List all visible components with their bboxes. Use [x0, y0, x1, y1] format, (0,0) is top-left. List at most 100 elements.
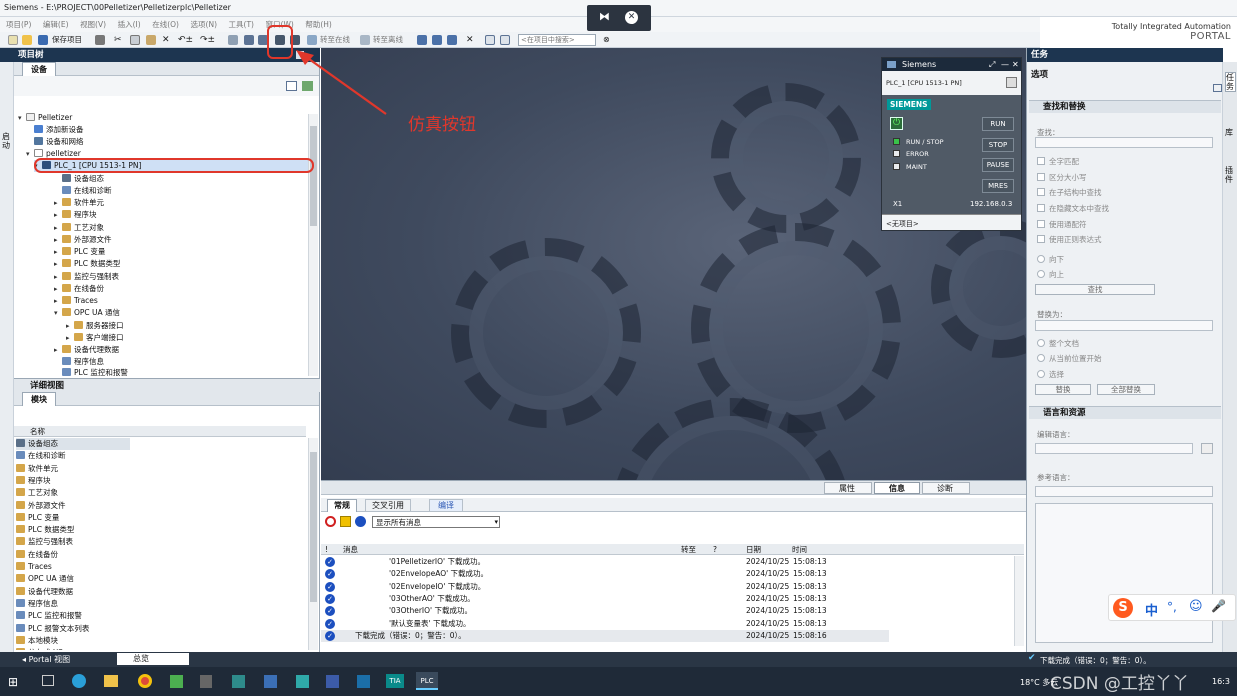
message-filter-select[interactable]: 显示所有消息 ▾ [372, 516, 500, 528]
project-search-input[interactable] [518, 34, 596, 46]
tab-modules[interactable]: 模块 [22, 392, 56, 406]
detail-item[interactable]: 在线和诊断 [16, 450, 66, 462]
power-icon[interactable]: ⏻ [890, 117, 903, 130]
detail-item[interactable]: 外部源文件 [16, 500, 66, 512]
tab-info[interactable]: 信息 [874, 482, 920, 494]
tree-item-server-interface[interactable]: ▸ 服务器接口 [66, 320, 124, 332]
tab-properties[interactable]: 属性 [824, 482, 872, 494]
split-vertical-icon[interactable] [500, 35, 510, 45]
tree-scrollbar[interactable] [308, 114, 318, 376]
side-tab-tasks[interactable]: 任务 [1225, 72, 1236, 92]
find-input[interactable] [1035, 137, 1213, 148]
tree-item-traces[interactable]: ▸ Traces [54, 295, 98, 307]
tree-item-opcua[interactable]: ▾ OPC UA 通信 [54, 307, 120, 319]
app-icon[interactable] [296, 675, 309, 688]
menu-tools[interactable]: 工具(T) [229, 17, 254, 32]
mres-button[interactable]: MRES [982, 179, 1014, 193]
redo-icon[interactable]: ↷± [200, 34, 215, 46]
warning-filter-icon[interactable] [340, 516, 351, 527]
message-row[interactable]: ✓ '03OtherAO' 下载成功。 2024/10/25 15:08:13 [321, 593, 1024, 605]
cross-ref-icon[interactable] [432, 35, 442, 45]
calculator-icon[interactable] [200, 675, 212, 688]
whole-word-checkbox[interactable]: 全字匹配 [1037, 156, 1079, 167]
run-button[interactable]: RUN [982, 117, 1014, 131]
detail-item[interactable]: 本地模块 [16, 635, 58, 647]
left-side-tab[interactable]: 启动 [0, 62, 14, 652]
minimize-share-icon[interactable]: ⧓ [599, 11, 611, 23]
tab-general[interactable]: 常规 [327, 499, 357, 512]
monitor-icon[interactable] [447, 35, 457, 45]
download-icon[interactable] [244, 35, 254, 45]
tree-item-plc-datatypes[interactable]: ▸ PLC 数据类型 [54, 258, 120, 270]
detail-item[interactable]: 在线备份 [16, 549, 58, 561]
app-icon[interactable] [326, 675, 339, 688]
app-icon[interactable] [232, 675, 245, 688]
menu-edit[interactable]: 编辑(E) [43, 17, 69, 32]
close-icon[interactable]: ✕ [1012, 58, 1019, 71]
search-binoculars-icon[interactable]: ⊗ [603, 34, 610, 46]
save-icon[interactable] [38, 35, 48, 45]
find-replace-section[interactable]: 查找和替换 [1029, 100, 1221, 113]
substructure-checkbox[interactable]: 在子结构中查找 [1037, 187, 1102, 198]
cut-icon[interactable]: ✂ [114, 34, 122, 46]
menu-help[interactable]: 帮助(H) [305, 17, 332, 32]
wildcard-checkbox[interactable]: 使用通配符 [1037, 219, 1087, 230]
app-icon[interactable] [357, 675, 370, 688]
match-case-checkbox[interactable]: 区分大小写 [1037, 172, 1087, 183]
tree-item-tech-objects[interactable]: ▸ 工艺对象 [54, 222, 104, 234]
print-icon[interactable] [95, 35, 105, 45]
menu-project[interactable]: 项目(P) [6, 17, 31, 32]
save-project-button[interactable]: 保存项目 [52, 34, 82, 46]
replace-input[interactable] [1035, 320, 1213, 331]
tree-item-device-proxy[interactable]: ▸ 设备代理数据 [54, 344, 119, 356]
chrome-icon[interactable] [138, 674, 152, 688]
edit-language-select[interactable] [1035, 443, 1193, 454]
split-horizontal-icon[interactable] [485, 35, 495, 45]
tab-diagnostics[interactable]: 诊断 [922, 482, 970, 494]
reference-language-select[interactable] [1035, 486, 1213, 497]
portal-view-button[interactable]: ◂ Portal 视图 [22, 654, 70, 665]
app-icon[interactable] [264, 675, 277, 688]
task-view-icon[interactable] [42, 675, 54, 686]
detail-item[interactable]: 程序信息 [16, 598, 58, 610]
tree-item-program-blocks[interactable]: ▸ 程序块 [54, 209, 97, 221]
tree-item-devices-networks[interactable]: 设备和网络 [34, 136, 84, 148]
message-row[interactable]: ✓ '默认变量表' 下载成功。 2024/10/25 15:08:13 [321, 618, 1024, 630]
message-row[interactable]: ✓ '02EnvelopeIO' 下载成功。 2024/10/25 15:08:13 [321, 581, 1024, 593]
stop-button[interactable]: STOP [982, 138, 1014, 152]
microphone-icon[interactable]: 🎤 [1211, 599, 1226, 613]
replace-button[interactable]: 替换 [1035, 384, 1091, 395]
tree-item-software-units[interactable]: ▸ 软件单元 [54, 197, 104, 209]
emoji-icon[interactable]: ☺ [1189, 599, 1203, 614]
side-tab-libraries[interactable]: 库 [1225, 128, 1236, 137]
app-icon[interactable] [170, 675, 183, 688]
whole-document-radio[interactable]: 整个文档 [1037, 338, 1079, 349]
detail-scrollbar[interactable] [308, 438, 318, 650]
delete-icon[interactable]: ✕ [162, 34, 170, 46]
edge-icon[interactable] [72, 674, 86, 688]
from-position-radio[interactable]: 从当前位置开始 [1037, 353, 1102, 364]
tree-item-client-interface[interactable]: ▸ 客户端接口 [66, 332, 124, 344]
language-settings-icon[interactable] [1201, 443, 1213, 454]
detail-item[interactable]: 程序块 [16, 475, 51, 487]
minimize-icon[interactable]: — [1001, 58, 1009, 71]
direction-up-radio[interactable]: 向上 [1037, 269, 1064, 280]
go-offline-button[interactable]: 转至离线 [373, 34, 403, 46]
tab-compile[interactable]: 编译 [429, 499, 463, 512]
open-project-icon[interactable] [22, 35, 32, 45]
message-row[interactable]: ✓ '03OtherIO' 下载成功。 2024/10/25 15:08:13 [321, 605, 1024, 617]
detail-item[interactable]: PLC 监控和报警 [16, 610, 82, 622]
selection-radio[interactable]: 选择 [1037, 369, 1064, 380]
menu-options[interactable]: 选项(N) [191, 17, 217, 32]
copy-icon[interactable] [130, 35, 140, 45]
message-row[interactable]: ✓ '01PelletizerIO' 下载成功。 2024/10/25 15:08:1… [321, 556, 1024, 568]
message-row[interactable]: ✓ '02EnvelopeAO' 下载成功。 2024/10/25 15:08:13 [321, 568, 1024, 580]
tree-item-add-device[interactable]: 添加新设备 [34, 124, 84, 136]
go-online-button[interactable]: 转至在线 [320, 34, 350, 46]
regex-checkbox[interactable]: 使用正则表达式 [1037, 234, 1102, 245]
tab-cross-ref[interactable]: 交叉引用 [365, 499, 411, 512]
tree-item-online-backups[interactable]: ▸ 在线备份 [54, 283, 104, 295]
direction-down-radio[interactable]: 向下 [1037, 254, 1064, 265]
plcsim-settings-icon[interactable] [1006, 77, 1017, 88]
message-scrollbar[interactable] [1014, 556, 1024, 646]
